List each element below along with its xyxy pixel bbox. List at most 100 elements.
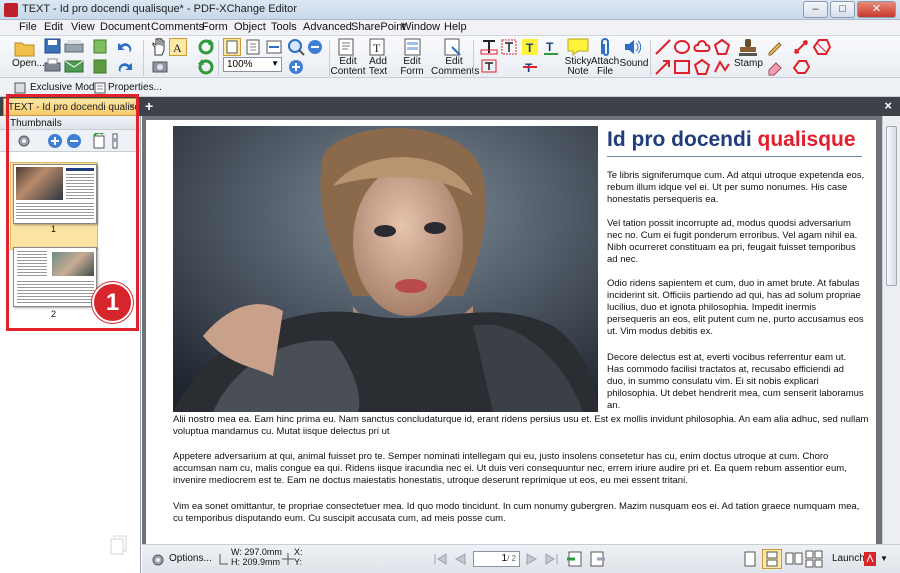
- menu-form[interactable]: Form: [202, 21, 228, 33]
- menu-window[interactable]: Window: [401, 21, 440, 33]
- heading-accent: qualisque: [757, 128, 856, 151]
- rotate-counterclockwise-icon[interactable]: [197, 58, 215, 76]
- options-button[interactable]: Options...: [169, 553, 212, 564]
- new-tab-button[interactable]: +: [145, 98, 153, 114]
- single-page-view-icon[interactable]: [742, 550, 758, 568]
- menu-comments[interactable]: Comments: [151, 21, 204, 33]
- rotate-clockwise-icon[interactable]: [197, 38, 215, 56]
- text-box-icon[interactable]: [500, 38, 518, 56]
- measure-distance-icon[interactable]: [792, 38, 810, 56]
- sound-label[interactable]: Sound: [619, 59, 649, 69]
- vertical-scrollbar[interactable]: [882, 116, 900, 544]
- email-icon[interactable]: [64, 58, 84, 74]
- cursor-x-readout: X:: [294, 547, 303, 557]
- chevron-down-icon: ▼: [271, 59, 279, 68]
- highlight-text-icon[interactable]: T: [521, 38, 539, 56]
- edit-content-label[interactable]: Edit Content: [329, 57, 367, 77]
- page-number-input[interactable]: 1/ 2: [473, 551, 520, 567]
- last-page-icon[interactable]: [544, 551, 560, 567]
- measure-perimeter-icon[interactable]: [792, 58, 812, 76]
- zoom-in-icon[interactable]: [287, 58, 305, 76]
- edit-form-label[interactable]: Edit Form: [397, 57, 427, 77]
- add-text-label[interactable]: Add Text: [363, 57, 393, 77]
- pdf-file-icon[interactable]: [863, 551, 877, 567]
- pentagon-tool-icon[interactable]: [693, 58, 711, 76]
- fit-page-icon[interactable]: [244, 38, 262, 56]
- oval-tool-icon[interactable]: [673, 38, 691, 56]
- document-heading: Id pro docendi qualisque: [607, 128, 856, 152]
- menu-sharepoint[interactable]: SharePoint: [351, 21, 405, 33]
- actual-size-icon[interactable]: [223, 38, 241, 56]
- continuous-view-icon[interactable]: [762, 549, 782, 569]
- undo-icon[interactable]: [115, 39, 137, 55]
- options-gear-icon[interactable]: [150, 552, 166, 568]
- callout-icon[interactable]: [480, 58, 498, 76]
- save-icon[interactable]: [44, 38, 61, 54]
- zoom-in-page-icon[interactable]: [287, 38, 305, 56]
- restore-button[interactable]: □: [830, 1, 855, 18]
- paperclip-icon[interactable]: [598, 38, 612, 56]
- underline-text-icon[interactable]: T: [542, 38, 560, 56]
- next-page-icon[interactable]: [524, 551, 540, 567]
- polyline-tool-icon[interactable]: [713, 58, 731, 76]
- facing-continuous-view-icon[interactable]: [804, 550, 824, 568]
- edit-form-icon[interactable]: [403, 38, 423, 56]
- menu-tools[interactable]: Tools: [271, 21, 297, 33]
- line-tool-icon[interactable]: [654, 38, 672, 56]
- toolbar: Open... A 100% ▼ Edit Content T Add Text Ed…: [0, 36, 900, 78]
- edit-content-icon[interactable]: [337, 38, 357, 56]
- select-text-tool-icon[interactable]: A: [169, 38, 187, 56]
- open-folder-icon[interactable]: [14, 39, 36, 57]
- properties-button[interactable]: Properties...: [108, 82, 162, 93]
- close-all-documents-button[interactable]: ×: [884, 98, 892, 113]
- zoom-out-icon[interactable]: [306, 38, 324, 56]
- sound-icon[interactable]: [623, 38, 643, 56]
- menu-file[interactable]: File: [19, 21, 37, 33]
- fit-width-icon[interactable]: [265, 38, 283, 56]
- measure-area-icon[interactable]: [812, 38, 832, 56]
- typewriter-icon[interactable]: [480, 38, 498, 56]
- sticky-note-icon[interactable]: [567, 38, 589, 56]
- launch-dropdown-icon[interactable]: ▼: [880, 554, 888, 563]
- menu-object[interactable]: Object: [234, 21, 266, 33]
- add-text-icon[interactable]: T: [368, 38, 388, 56]
- stamp-label[interactable]: Stamp: [734, 59, 763, 69]
- print-icon[interactable]: [44, 58, 61, 74]
- attach-file-label[interactable]: Attach File: [590, 57, 620, 77]
- close-window-button[interactable]: ✕: [857, 1, 896, 18]
- polygon-tool-icon[interactable]: [713, 38, 731, 56]
- paste-icon[interactable]: [93, 38, 107, 54]
- menu-help[interactable]: Help: [444, 21, 467, 33]
- stamp-icon[interactable]: [738, 38, 758, 58]
- pencil-icon[interactable]: [766, 38, 784, 56]
- menu-view[interactable]: View: [71, 21, 95, 33]
- rectangle-tool-icon[interactable]: [673, 58, 691, 76]
- arrow-tool-icon[interactable]: [654, 58, 672, 76]
- exclusive-mode-button[interactable]: Exclusive Mode: [30, 82, 100, 93]
- menu-document[interactable]: Document: [100, 21, 150, 33]
- next-view-icon[interactable]: [588, 550, 606, 568]
- first-page-icon[interactable]: [432, 551, 448, 567]
- paragraph-2: Vel tation possit incorrupte ad, modus q…: [607, 218, 858, 265]
- cloud-tool-icon[interactable]: [693, 38, 711, 56]
- zoom-select[interactable]: 100% ▼: [223, 57, 282, 72]
- copy-icon[interactable]: [93, 58, 107, 74]
- snapshot-tool-icon[interactable]: [152, 59, 168, 73]
- scrollbar-thumb[interactable]: [886, 126, 897, 286]
- edit-comments-icon[interactable]: [443, 38, 463, 56]
- attach-file-label-line2: File: [596, 66, 614, 77]
- scanner-icon[interactable]: [64, 38, 84, 54]
- edit-comments-label[interactable]: Edit Comments: [431, 57, 479, 77]
- eraser-icon[interactable]: [766, 58, 784, 76]
- menu-advanced[interactable]: Advanced: [303, 21, 352, 33]
- strikeout-text-icon[interactable]: T: [521, 58, 539, 76]
- minimize-button[interactable]: –: [803, 1, 828, 18]
- redo-icon[interactable]: [115, 59, 137, 75]
- open-label[interactable]: Open...: [12, 59, 45, 69]
- menu-edit[interactable]: Edit: [44, 21, 63, 33]
- previous-view-icon[interactable]: [566, 550, 584, 568]
- previous-page-icon[interactable]: [452, 551, 468, 567]
- svg-text:A: A: [173, 41, 182, 55]
- hand-tool-icon[interactable]: [150, 38, 168, 56]
- facing-view-icon[interactable]: [785, 550, 803, 568]
